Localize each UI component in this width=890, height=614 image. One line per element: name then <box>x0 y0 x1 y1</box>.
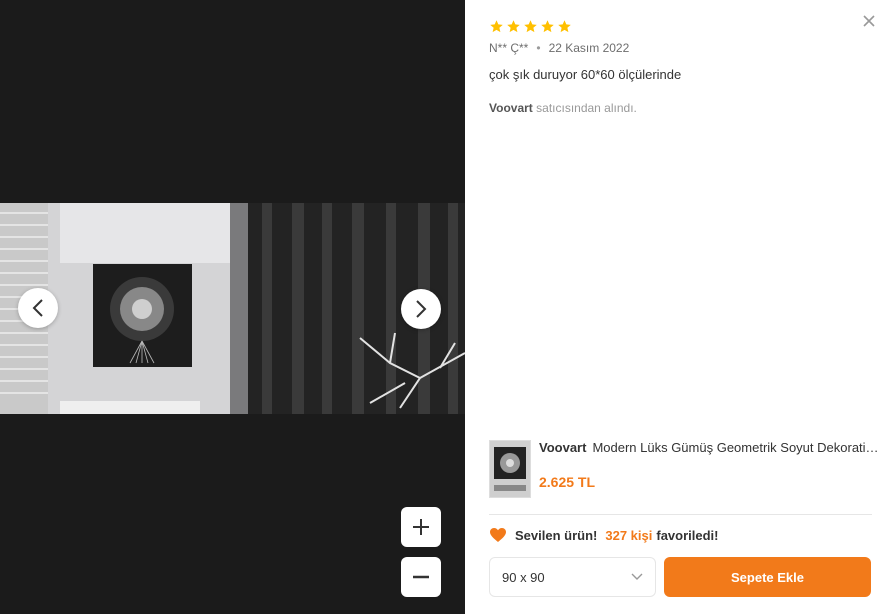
close-icon <box>863 15 875 27</box>
star-icon <box>524 20 537 33</box>
size-select-value: 90 x 90 <box>502 569 545 585</box>
add-to-cart-button[interactable]: Sepete Ekle <box>664 557 871 597</box>
favorites-suffix: favoriledi! <box>656 527 719 543</box>
favorites-prefix: Sevilen ürün! <box>515 527 598 543</box>
review-text: çok şık duruyor 60*60 ölçülerinde <box>489 67 682 82</box>
favorites-count: 327 kişi <box>605 527 653 543</box>
close-button[interactable] <box>861 13 877 29</box>
product-title[interactable]: Voovart Modern Lüks Gümüş Geometrik Soyut… <box>539 440 879 455</box>
star-icon <box>507 20 520 33</box>
previous-image-button[interactable] <box>18 288 58 328</box>
image-viewer <box>0 0 465 614</box>
chevron-right-icon <box>416 300 427 318</box>
seller-name: Voovart <box>489 101 533 115</box>
review-date: 22 Kasım 2022 <box>548 41 630 55</box>
product-card[interactable]: Voovart Modern Lüks Gümüş Geometrik Soyut… <box>489 437 879 499</box>
favorites-info: Sevilen ürün! 327 kişi favoriledi! <box>489 527 718 543</box>
product-thumbnail[interactable] <box>489 440 531 498</box>
product-name: Modern Lüks Gümüş Geometrik Soyut Dekora… <box>592 440 879 455</box>
star-icon <box>541 20 554 33</box>
chevron-down-icon <box>631 573 643 580</box>
seller-suffix: satıcısından alındı. <box>536 101 637 115</box>
zoom-out-button[interactable] <box>401 557 441 597</box>
rating-stars <box>489 19 572 34</box>
next-image-button[interactable] <box>401 289 441 329</box>
star-icon <box>558 20 571 33</box>
product-price: 2.625 TL <box>539 474 596 490</box>
chevron-left-icon <box>32 299 43 317</box>
review-meta: N** Ç** • 22 Kasım 2022 <box>489 41 629 55</box>
meta-separator: • <box>536 41 541 55</box>
review-panel: N** Ç** • 22 Kasım 2022 çok şık duruyor 60… <box>465 0 890 614</box>
product-brand: Voovart <box>539 440 587 455</box>
seller-info: Voovart satıcısından alındı. <box>489 101 637 115</box>
review-author: N** Ç** <box>489 41 529 55</box>
star-icon <box>490 20 503 33</box>
heart-icon <box>490 528 506 542</box>
divider <box>489 514 872 515</box>
size-select[interactable]: 90 x 90 <box>489 557 656 597</box>
review-photo <box>0 203 465 414</box>
zoom-in-button[interactable] <box>401 507 441 547</box>
minus-icon <box>413 575 429 579</box>
plus-icon <box>413 519 429 535</box>
